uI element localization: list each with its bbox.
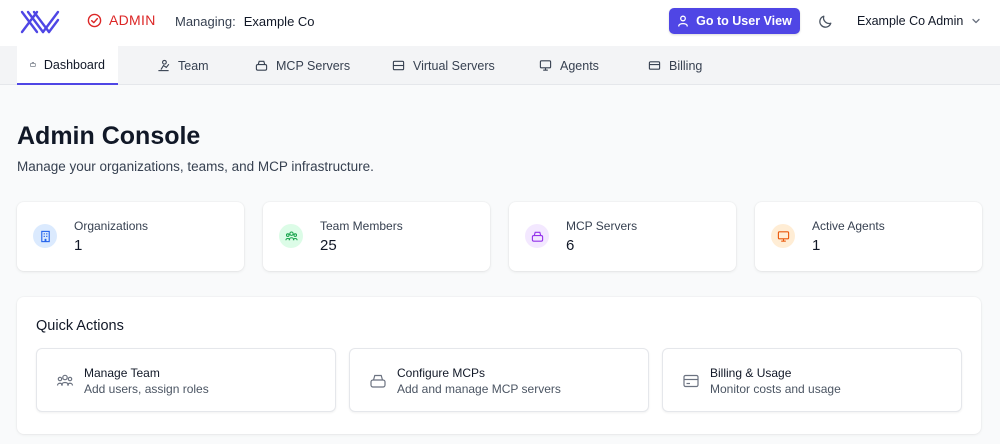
stat-value: 6 xyxy=(566,237,575,254)
admin-tabs: Dashboard Team MCP Servers Virtual Serve… xyxy=(0,46,1000,85)
account-menu[interactable]: Example Co Admin xyxy=(857,14,981,28)
tab-label: Agents xyxy=(560,58,599,73)
stat-card-organizations: Organizations 1 xyxy=(17,202,244,271)
stat-value: 1 xyxy=(812,237,821,254)
stat-icon-wrap xyxy=(771,224,795,248)
quick-action-name: Manage Team xyxy=(84,366,160,380)
mcp-icon xyxy=(255,60,268,71)
quick-action-description: Add users, assign roles xyxy=(84,382,209,396)
quick-action-name: Billing & Usage xyxy=(710,366,792,380)
building-icon xyxy=(40,230,50,242)
chevron-down-icon xyxy=(972,18,980,24)
quick-actions-panel: Quick Actions Manage Team Add users, ass… xyxy=(17,297,981,434)
page-subtitle: Manage your organizations, teams, and MC… xyxy=(17,159,374,174)
tab-label: Team xyxy=(178,58,209,73)
quick-action-manage-team[interactable]: Manage Team Add users, assign roles xyxy=(36,348,336,412)
go-to-user-view-button[interactable]: Go to User View xyxy=(669,8,800,34)
tab-label: Billing xyxy=(669,58,703,73)
tab-virtual-servers[interactable]: Virtual Servers xyxy=(392,46,495,85)
stat-card-mcp-servers: MCP Servers 6 xyxy=(509,202,736,271)
tab-label: Dashboard xyxy=(43,57,105,72)
go-to-user-view-label: Go to User View xyxy=(696,14,792,28)
quick-action-billing-usage[interactable]: Billing & Usage Monitor costs and usage xyxy=(662,348,962,412)
server-icon xyxy=(392,60,405,71)
quick-action-description: Add and manage MCP servers xyxy=(397,382,561,396)
stat-label: Team Members xyxy=(320,219,403,233)
managed-org-name: Example Co xyxy=(243,14,315,29)
admin-label: ADMIN xyxy=(109,12,156,28)
page-title: Admin Console xyxy=(17,122,201,150)
quick-action-name: Configure MCPs xyxy=(397,366,486,380)
tab-team[interactable]: Team xyxy=(157,46,209,85)
stat-label: MCP Servers xyxy=(566,219,638,233)
monitor-icon xyxy=(777,230,789,242)
mcp-icon xyxy=(370,374,386,388)
credit-card-icon xyxy=(683,374,699,388)
quick-actions-title: Quick Actions xyxy=(36,318,124,334)
logo-icon[interactable] xyxy=(20,9,60,35)
tab-mcp-servers[interactable]: MCP Servers xyxy=(255,46,350,85)
admin-badge: ADMIN xyxy=(87,12,156,28)
stat-card-team-members: Team Members 25 xyxy=(263,202,490,271)
stat-value: 25 xyxy=(320,237,337,254)
stat-icon-wrap xyxy=(279,224,303,248)
stat-label: Organizations xyxy=(74,219,149,233)
stat-icon-wrap xyxy=(525,224,549,248)
briefcase-icon xyxy=(30,62,36,67)
tab-label: MCP Servers xyxy=(276,58,351,73)
mcp-icon xyxy=(531,231,543,242)
stat-card-active-agents: Active Agents 1 xyxy=(755,202,982,271)
tab-billing[interactable]: Billing xyxy=(648,46,702,85)
credit-card-icon xyxy=(648,61,661,70)
user-icon xyxy=(678,15,689,27)
stat-value: 1 xyxy=(74,237,83,254)
stat-label: Active Agents xyxy=(812,219,885,233)
team-icon xyxy=(158,59,170,72)
monitor-icon xyxy=(539,60,552,71)
tab-dashboard[interactable]: Dashboard xyxy=(17,46,118,85)
tab-agents[interactable]: Agents xyxy=(539,46,599,85)
check-circle-icon xyxy=(87,13,102,27)
users-icon xyxy=(56,374,74,386)
tab-label: Virtual Servers xyxy=(413,58,495,73)
users-icon xyxy=(284,231,298,240)
account-name: Example Co Admin xyxy=(857,14,964,28)
quick-action-configure-mcps[interactable]: Configure MCPs Add and manage MCP server… xyxy=(349,348,649,412)
stat-icon-wrap xyxy=(33,224,57,248)
managing-context: Managing: Example Co xyxy=(175,14,315,29)
top-header: ADMIN Managing: Example Co Go to User Vie… xyxy=(0,0,1000,46)
moon-icon[interactable] xyxy=(818,13,834,29)
managing-label: Managing: xyxy=(175,14,236,29)
quick-action-description: Monitor costs and usage xyxy=(710,382,841,396)
